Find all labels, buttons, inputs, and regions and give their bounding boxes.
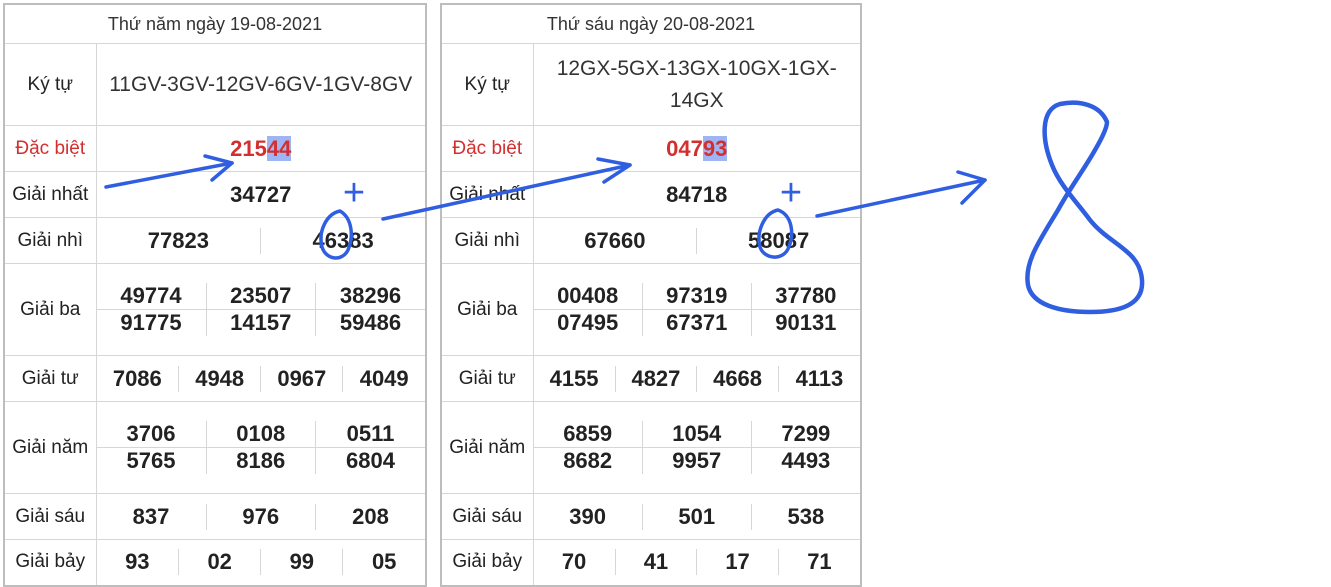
plus-sign: + [780, 172, 802, 214]
arrow-head-icon [956, 170, 987, 205]
circle-mark-icon [757, 208, 794, 259]
handwritten-annotations: + + [104, 100, 1145, 315]
arrow-icon [381, 163, 632, 221]
digit-eight-drawing [1025, 100, 1145, 315]
arrow-icon [815, 178, 987, 218]
plus-sign: + [343, 172, 365, 214]
arrow-icon [104, 161, 234, 189]
circle-mark-icon [319, 209, 354, 260]
